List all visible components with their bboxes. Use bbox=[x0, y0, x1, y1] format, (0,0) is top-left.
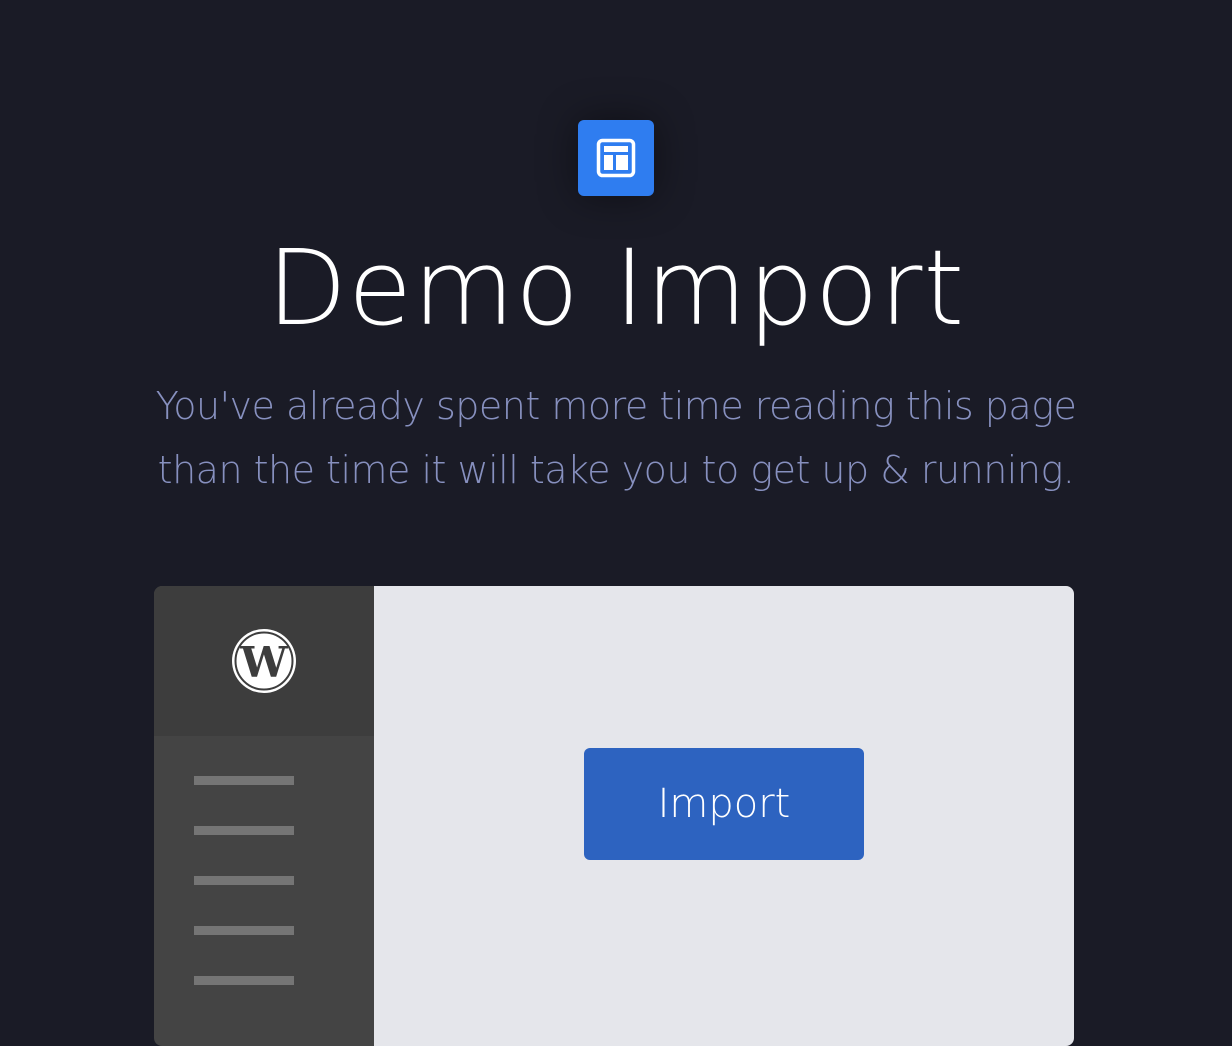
app-logo-icon bbox=[578, 120, 654, 196]
subtitle-line-2: than the time it will take you to get up… bbox=[157, 448, 1075, 492]
page-title: Demo Import bbox=[266, 227, 966, 349]
mock-menu-line bbox=[194, 926, 294, 935]
page-subtitle: You've already spent more time reading t… bbox=[116, 374, 1116, 502]
mock-sidebar-header: W bbox=[154, 586, 374, 736]
mock-content-area: Import bbox=[374, 586, 1074, 1046]
mock-menu-line bbox=[194, 976, 294, 985]
wordpress-admin-mockup: W Import bbox=[154, 586, 1074, 1046]
svg-text:W: W bbox=[239, 638, 288, 687]
import-button[interactable]: Import bbox=[584, 748, 864, 860]
subtitle-line-1: You've already spent more time reading t… bbox=[155, 384, 1077, 428]
mock-menu-line bbox=[194, 826, 294, 835]
layout-template-icon bbox=[596, 138, 636, 178]
mock-menu-line bbox=[194, 776, 294, 785]
mock-sidebar: W bbox=[154, 586, 374, 1046]
mock-menu-line bbox=[194, 876, 294, 885]
wordpress-icon: W bbox=[232, 629, 296, 693]
